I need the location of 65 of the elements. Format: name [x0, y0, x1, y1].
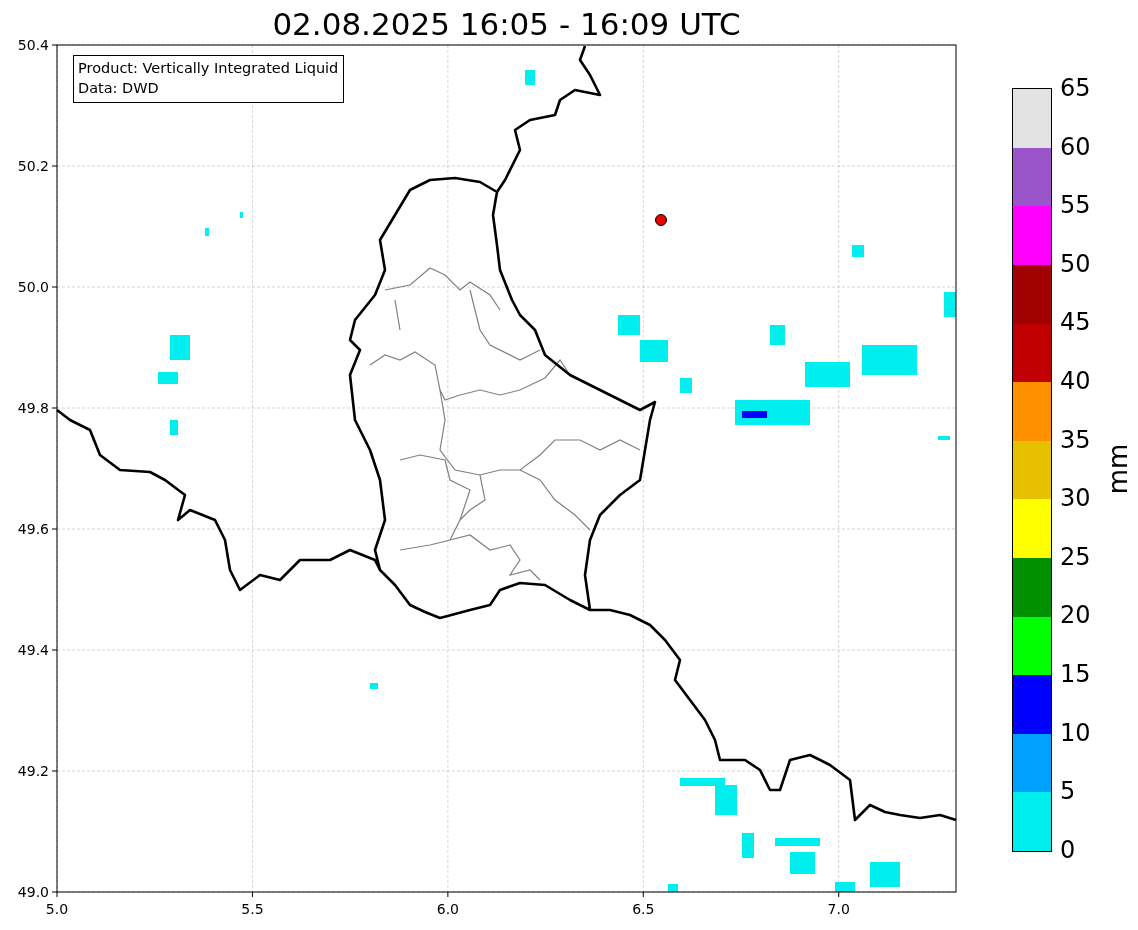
colorbar-tick-label: 30 [1060, 484, 1091, 513]
colorbar-tick-label: 25 [1060, 542, 1091, 571]
tick-mark [51, 407, 58, 409]
radar-echo [852, 245, 864, 257]
station-marker [655, 214, 667, 226]
radar-echo [790, 852, 815, 874]
y-tick-label: 49.6 [17, 521, 49, 537]
radar-echo [742, 833, 754, 858]
chart-title: 02.08.2025 16:05 - 16:09 UTC [271, 5, 742, 37]
colorbar-tick-label: 0 [1060, 835, 1077, 864]
x-tick-label: 6.0 [436, 901, 459, 917]
x-tick-label: 5.0 [45, 901, 69, 917]
tick-mark [51, 44, 58, 46]
radar-echo [805, 362, 850, 387]
colorbar-unit-label: mm [1102, 443, 1133, 495]
radar-echo [170, 335, 190, 360]
colorbar-tick-label: 10 [1060, 718, 1091, 747]
radar-echo [205, 228, 209, 236]
radar-echo [938, 436, 950, 440]
x-tick-label: 6.5 [632, 901, 655, 917]
radar-echo [770, 325, 785, 345]
radar-echo [525, 70, 535, 85]
radar-echo [170, 420, 178, 435]
y-tick-label: 50.4 [17, 37, 49, 53]
info-text: Product: Vertically Integrated Liquid [78, 59, 339, 78]
colorbar-tick-label: 15 [1060, 660, 1091, 689]
colorbar-tick-label: 60 [1060, 132, 1091, 161]
radar-echo [618, 315, 640, 335]
radar-echo [240, 212, 243, 218]
y-tick-label: 49.0 [17, 884, 49, 900]
x-tick-label: 5.5 [241, 901, 264, 917]
radar-echo [370, 683, 378, 689]
y-tick-label: 49.2 [17, 763, 49, 779]
info-text: Data: DWD [78, 79, 160, 98]
tick-mark [838, 891, 840, 898]
y-tick-label: 50.0 [17, 279, 49, 295]
colorbar-tick-label: 35 [1060, 425, 1091, 454]
colorbar-tick-label: 5 [1060, 777, 1077, 806]
y-tick-label: 50.2 [17, 158, 49, 174]
radar-echo [835, 882, 855, 892]
radar-echo [680, 378, 692, 393]
tick-mark [251, 891, 253, 898]
radar-echo [158, 372, 178, 384]
y-tick-label: 49.4 [17, 642, 49, 658]
radar-echo [870, 862, 900, 887]
colorbar-tick-label: 65 [1060, 74, 1091, 102]
tick-mark [51, 770, 58, 772]
tick-mark [51, 165, 58, 167]
x-tick-label: 7.0 [827, 901, 850, 917]
colorbar-tick-label: 20 [1060, 601, 1091, 630]
y-tick-label: 49.8 [17, 400, 49, 416]
colorbar-tick-label: 55 [1060, 191, 1091, 220]
colorbar-tick-label: 40 [1060, 367, 1091, 396]
tick-mark [51, 286, 58, 288]
tick-mark [642, 891, 644, 898]
tick-mark [447, 891, 449, 898]
radar-echo [775, 838, 820, 846]
colorbar-tick-label: 50 [1060, 249, 1091, 278]
colorbar-tick-label: 45 [1060, 308, 1091, 337]
radar-echo [668, 884, 678, 892]
tick-mark [51, 649, 58, 651]
radar-echo [862, 345, 917, 375]
radar-echo [640, 340, 668, 362]
tick-mark [51, 528, 58, 530]
radar-echo [944, 292, 956, 317]
